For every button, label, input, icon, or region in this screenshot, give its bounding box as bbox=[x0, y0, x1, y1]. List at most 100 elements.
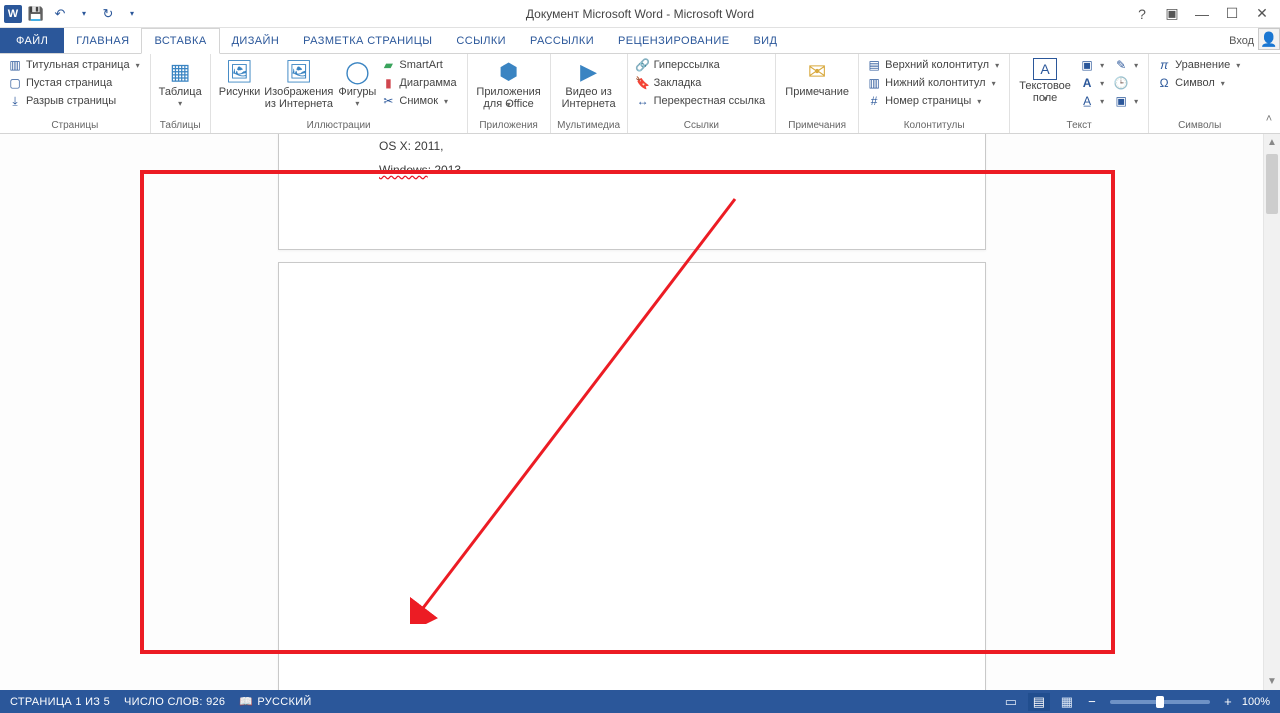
document-text-line-1: OS X: 2011, bbox=[379, 139, 443, 153]
textbox-button[interactable]: A Текстовое поле ▾ bbox=[1016, 56, 1074, 103]
bookmark-button[interactable]: 🔖Закладка bbox=[634, 74, 768, 92]
picture-icon: 🖼 bbox=[223, 58, 255, 86]
help-icon[interactable]: ? bbox=[1130, 4, 1154, 24]
cover-page-label: Титульная страница bbox=[26, 59, 130, 71]
minimize-icon[interactable]: — bbox=[1190, 4, 1214, 24]
scroll-down-icon[interactable]: ▼ bbox=[1264, 673, 1280, 690]
undo-dropdown-icon[interactable]: ▾ bbox=[74, 4, 94, 24]
group-links-label: Ссылки bbox=[634, 118, 770, 133]
web-layout-view-button[interactable]: ▦ bbox=[1056, 693, 1078, 711]
crossref-icon: ↔ bbox=[636, 94, 650, 108]
chevron-down-icon: ▾ bbox=[1100, 61, 1104, 70]
shapes-icon: ◯ bbox=[341, 58, 373, 86]
footer-button[interactable]: ▥Нижний колонтитул▾ bbox=[865, 74, 1001, 92]
page-number-button[interactable]: #Номер страницы▾ bbox=[865, 92, 1001, 110]
header-button[interactable]: ▤Верхний колонтитул▾ bbox=[865, 56, 1001, 74]
date-time-button[interactable]: 🕒 bbox=[1112, 74, 1140, 92]
smartart-button[interactable]: ▰SmartArt bbox=[379, 56, 458, 74]
equation-label: Уравнение bbox=[1175, 59, 1230, 71]
quick-parts-button[interactable]: ▣▾ bbox=[1078, 56, 1106, 74]
zoom-out-button[interactable]: − bbox=[1084, 694, 1100, 710]
object-button[interactable]: ▣▾ bbox=[1112, 92, 1140, 110]
table-label: Таблица bbox=[159, 86, 202, 98]
user-avatar[interactable]: 👤 bbox=[1258, 28, 1280, 50]
cross-reference-button[interactable]: ↔Перекрестная ссылка bbox=[634, 92, 768, 110]
qat-customize-icon[interactable]: ▾ bbox=[122, 4, 142, 24]
scroll-up-icon[interactable]: ▲ bbox=[1264, 134, 1280, 151]
symbol-icon: Ω bbox=[1157, 76, 1171, 90]
tab-view[interactable]: ВИД bbox=[741, 28, 789, 53]
chart-icon: ▮ bbox=[381, 76, 395, 90]
signature-line-button[interactable]: ✎▾ bbox=[1112, 56, 1140, 74]
print-layout-view-button[interactable]: ▤ bbox=[1028, 693, 1050, 711]
vertical-scrollbar[interactable]: ▲ ▼ bbox=[1263, 134, 1280, 690]
zoom-level[interactable]: 100% bbox=[1242, 696, 1270, 708]
table-icon: ▦ bbox=[164, 58, 196, 86]
status-word-count[interactable]: ЧИСЛО СЛОВ: 926 bbox=[124, 696, 225, 708]
group-symbols-label: Символы bbox=[1155, 118, 1244, 133]
chevron-down-icon: ▾ bbox=[444, 97, 448, 106]
status-language[interactable]: 📖РУССКИЙ bbox=[239, 695, 311, 708]
redo-icon[interactable]: ↻ bbox=[98, 4, 118, 24]
video-icon: ▶ bbox=[573, 58, 605, 86]
tab-page-layout[interactable]: РАЗМЕТКА СТРАНИЦЫ bbox=[291, 28, 444, 53]
zoom-in-button[interactable]: + bbox=[1220, 694, 1236, 710]
comment-icon: ✉ bbox=[801, 58, 833, 86]
shapes-button[interactable]: ◯ Фигуры▾ bbox=[335, 56, 379, 110]
scrollbar-thumb[interactable] bbox=[1266, 154, 1278, 214]
tab-mailings[interactable]: РАССЫЛКИ bbox=[518, 28, 606, 53]
online-video-button[interactable]: ▶ Видео из Интернета bbox=[557, 56, 621, 110]
chevron-down-icon: ▾ bbox=[159, 98, 202, 110]
close-icon[interactable]: ✕ bbox=[1250, 4, 1274, 24]
word-app-icon: W bbox=[4, 5, 22, 23]
read-mode-view-button[interactable]: ▭ bbox=[1000, 693, 1022, 711]
tab-home[interactable]: ГЛАВНАЯ bbox=[64, 28, 141, 53]
hyperlink-icon: 🔗 bbox=[636, 58, 650, 72]
apps-icon: ⬢ bbox=[493, 58, 525, 86]
signin-link[interactable]: Вход bbox=[1229, 35, 1254, 47]
group-text-label: Текст bbox=[1016, 118, 1142, 133]
dropcap-icon: A̲ bbox=[1080, 94, 1094, 108]
online-video-label: Видео из Интернета bbox=[560, 86, 618, 110]
table-button[interactable]: ▦ Таблица▾ bbox=[157, 56, 204, 110]
chevron-down-icon: ▾ bbox=[1100, 79, 1104, 88]
maximize-icon[interactable]: ☐ bbox=[1220, 4, 1244, 24]
online-pictures-button[interactable]: 🖼 Изображения из Интернета bbox=[262, 56, 335, 110]
bookmark-label: Закладка bbox=[654, 77, 702, 89]
drop-cap-button[interactable]: A̲▾ bbox=[1078, 92, 1106, 110]
screenshot-button[interactable]: ✂Снимок▾ bbox=[379, 92, 458, 110]
document-area[interactable]: OS X: 2011, Windows: 2013 ▲ ▼ bbox=[0, 134, 1280, 690]
tab-references[interactable]: ССЫЛКИ bbox=[444, 28, 518, 53]
comment-label: Примечание bbox=[783, 86, 851, 98]
header-icon: ▤ bbox=[867, 58, 881, 72]
footer-label: Нижний колонтитул bbox=[885, 77, 985, 89]
comment-button[interactable]: ✉ Примечание bbox=[782, 56, 852, 98]
pictures-label: Рисунки bbox=[217, 86, 263, 98]
blank-page-button[interactable]: ▢Пустая страница bbox=[6, 74, 142, 92]
save-icon[interactable]: 💾 bbox=[26, 4, 46, 24]
zoom-slider[interactable] bbox=[1110, 700, 1210, 704]
status-page[interactable]: СТРАНИЦА 1 ИЗ 5 bbox=[10, 696, 110, 708]
apps-for-office-button[interactable]: ⬢ Приложения для Office ▾ bbox=[474, 56, 544, 109]
equation-button[interactable]: πУравнение▾ bbox=[1155, 56, 1242, 74]
group-headerfooter-label: Колонтитулы bbox=[865, 118, 1003, 133]
zoom-slider-thumb[interactable] bbox=[1156, 696, 1164, 708]
collapse-ribbon-icon[interactable]: ˄ bbox=[1262, 112, 1276, 126]
undo-icon[interactable]: ↶ bbox=[50, 4, 70, 24]
screenshot-icon: ✂ bbox=[381, 94, 395, 108]
tab-insert[interactable]: ВСТАВКА bbox=[141, 28, 219, 54]
group-illustrations-label: Иллюстрации bbox=[217, 118, 461, 133]
hyperlink-button[interactable]: 🔗Гиперссылка bbox=[634, 56, 768, 74]
tab-review[interactable]: РЕЦЕНЗИРОВАНИЕ bbox=[606, 28, 741, 53]
spellcheck-squiggle: Windows bbox=[379, 163, 428, 177]
chart-button[interactable]: ▮Диаграмма bbox=[379, 74, 458, 92]
symbol-button[interactable]: ΩСимвол▾ bbox=[1155, 74, 1242, 92]
tab-design[interactable]: ДИЗАЙН bbox=[220, 28, 292, 53]
ribbon-display-options-icon[interactable]: ▣ bbox=[1160, 4, 1184, 24]
pictures-button[interactable]: 🖼 Рисунки bbox=[217, 56, 263, 98]
page-break-button[interactable]: ⤓Разрыв страницы bbox=[6, 92, 142, 110]
shapes-label: Фигуры bbox=[338, 86, 376, 98]
cover-page-button[interactable]: ▥Титульная страница▾ bbox=[6, 56, 142, 74]
tab-file[interactable]: ФАЙЛ bbox=[0, 28, 64, 53]
wordart-button[interactable]: A▾ bbox=[1078, 74, 1106, 92]
